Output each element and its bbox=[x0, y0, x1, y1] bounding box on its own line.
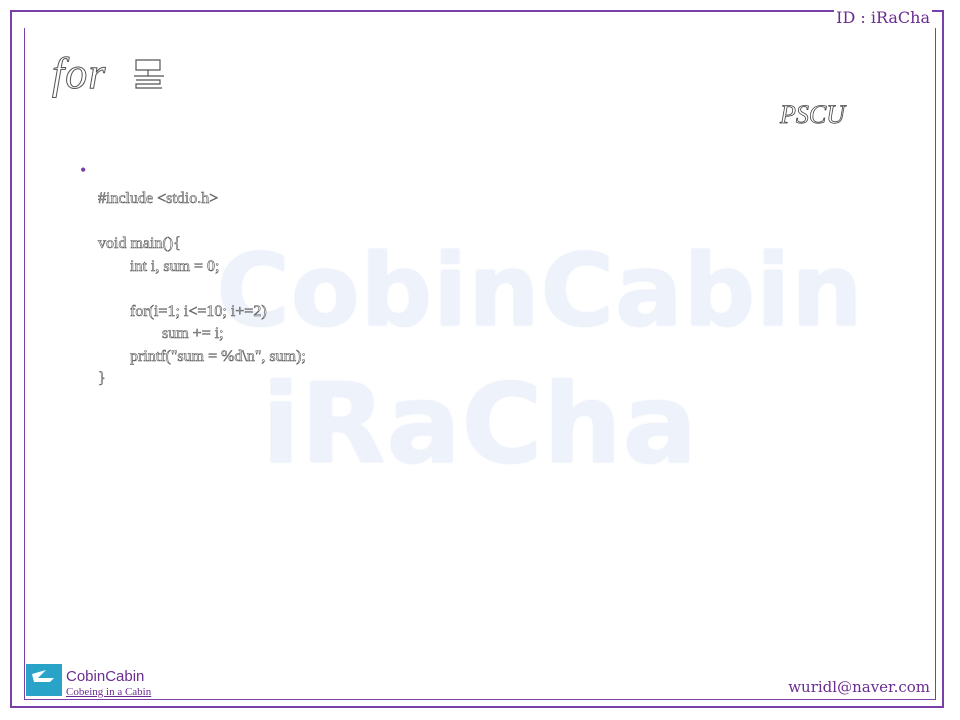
code-line: for(i=1; i<=10; i+=2) bbox=[98, 302, 267, 320]
footer-tagline[interactable]: Cobeing in a Cabin bbox=[66, 686, 151, 698]
footer-brand: CobinCabin bbox=[66, 668, 145, 685]
code-line: } bbox=[98, 370, 106, 388]
korean-glyph-icon bbox=[134, 59, 164, 89]
code-line: int i, sum = 0; bbox=[98, 257, 220, 275]
code-block: #include <stdio.h> void main(){ int i, su… bbox=[98, 188, 306, 391]
slide-subtitle: PSCU bbox=[780, 100, 846, 130]
code-line: sum += i; bbox=[98, 325, 224, 343]
cobincabin-logo-icon bbox=[26, 664, 62, 696]
id-label: ID : iRaCha bbox=[834, 8, 932, 27]
code-line: #include <stdio.h> bbox=[98, 190, 219, 208]
code-line: printf("sum = %d\n", sum); bbox=[98, 347, 306, 365]
slide-title: for bbox=[51, 49, 107, 99]
bullet-marker: • bbox=[80, 160, 87, 180]
footer-email: wuridl@naver.com bbox=[788, 678, 930, 696]
code-line: void main(){ bbox=[98, 235, 181, 253]
